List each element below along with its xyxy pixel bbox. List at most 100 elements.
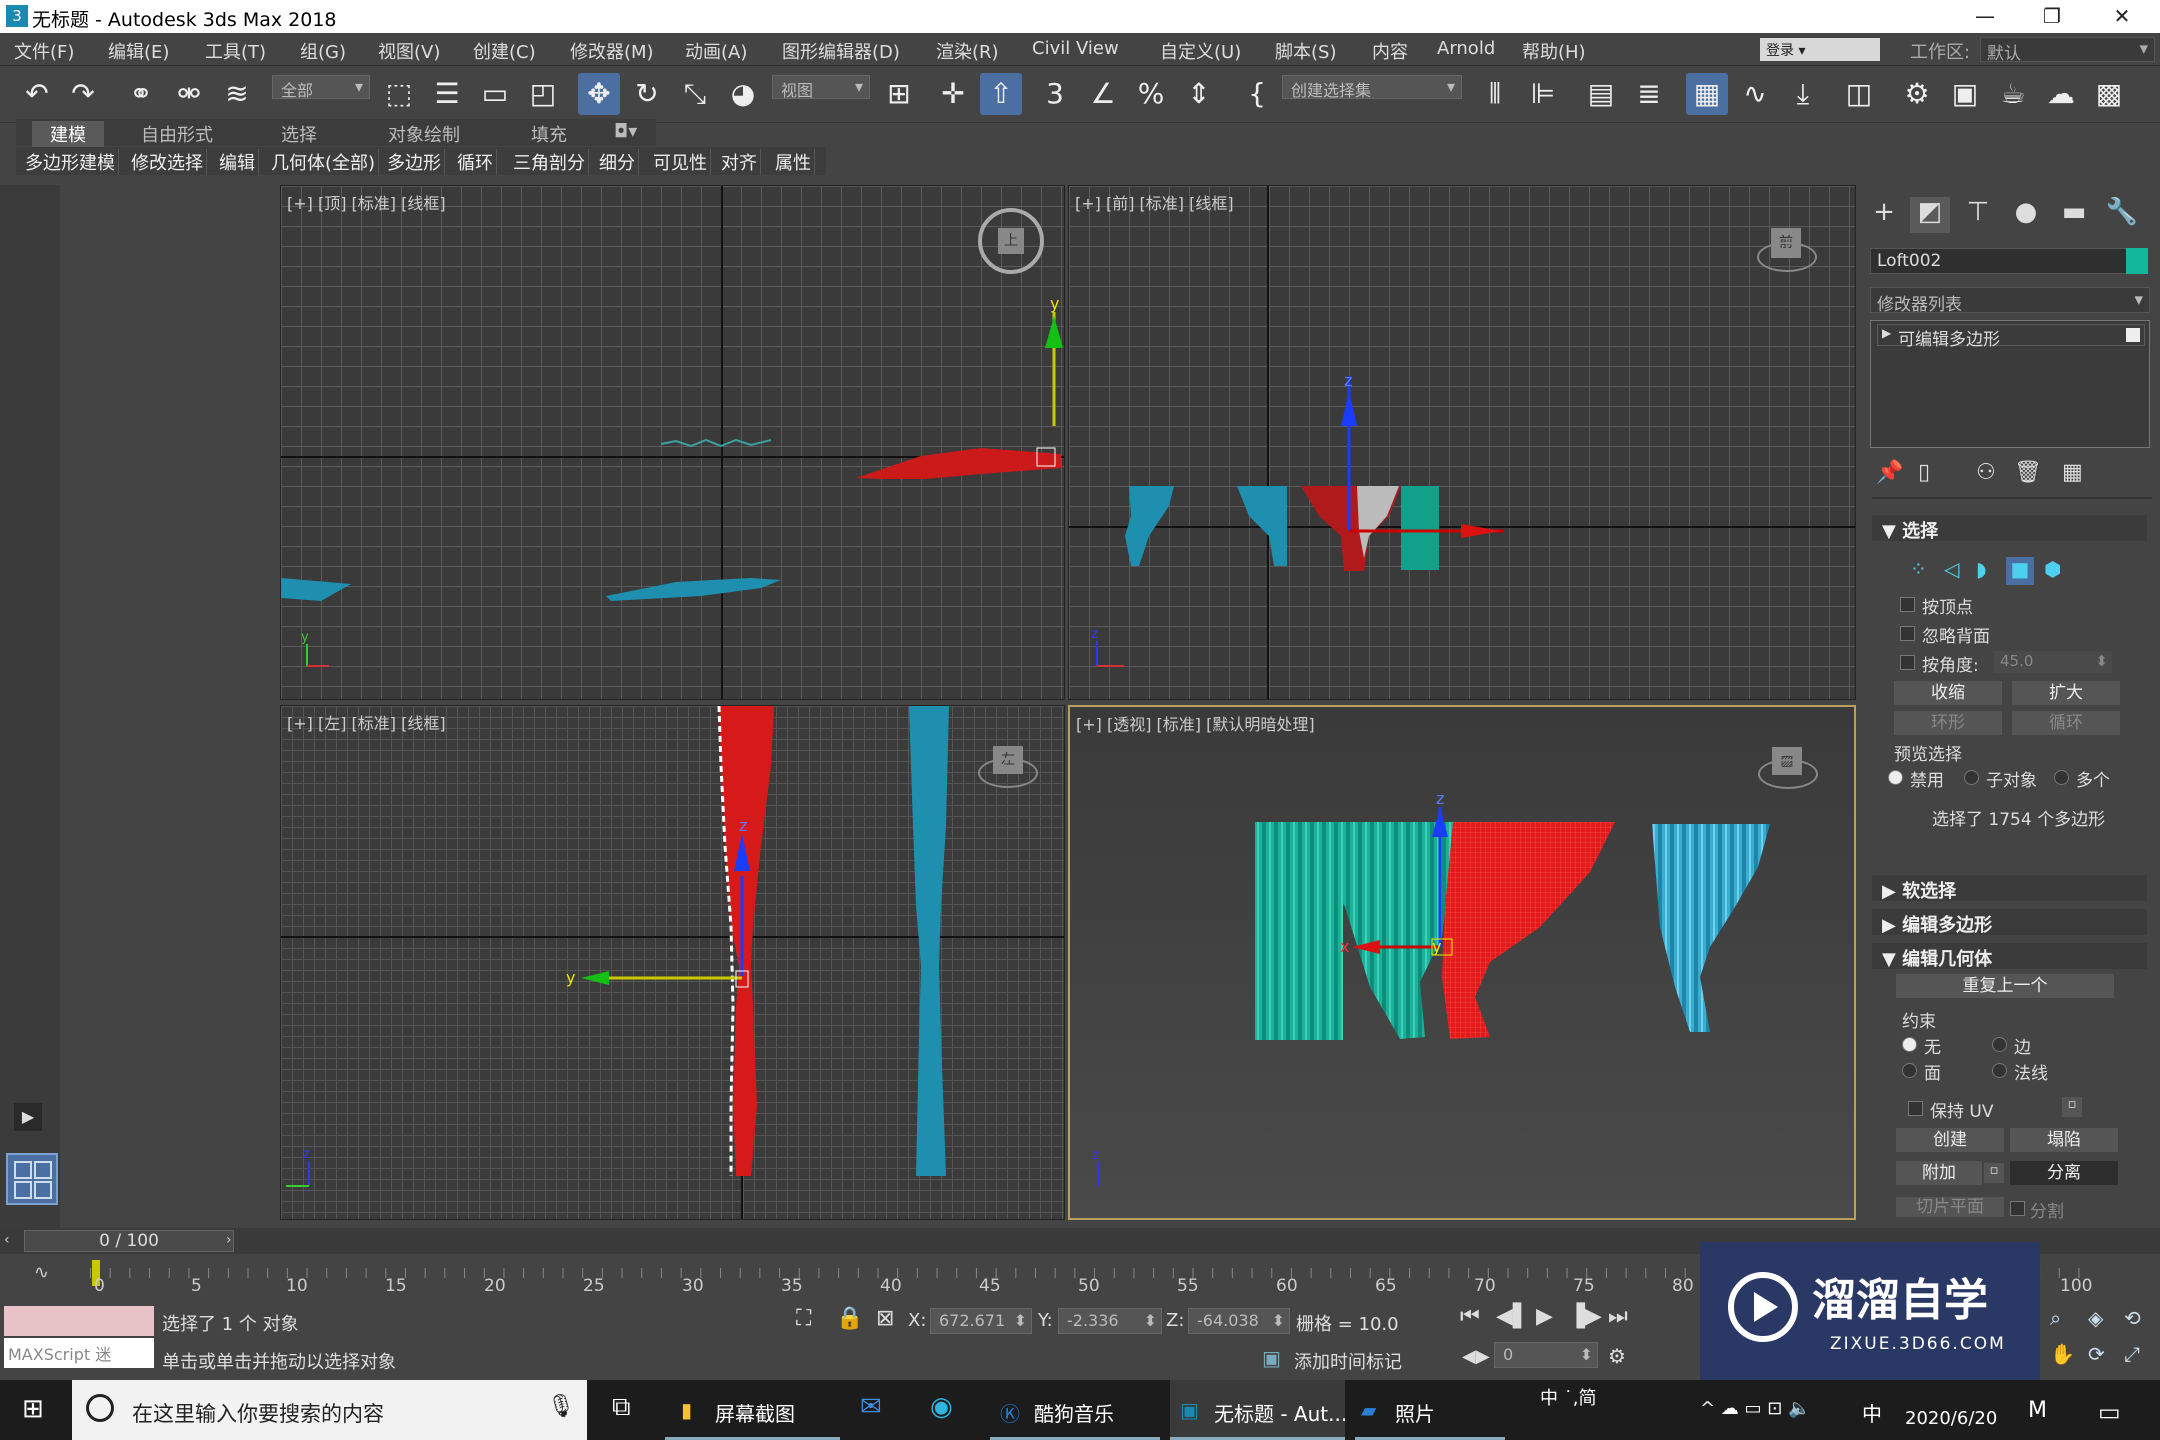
shrink-button[interactable]: 收缩 [1894,681,2002,705]
collapse-button[interactable]: 塌陷 [2010,1128,2118,1152]
scene-explorer-icon[interactable]: ▤ [1580,73,1622,115]
time-tag-icon[interactable]: ▣ [1262,1346,1281,1370]
loop-button[interactable]: 循环 [2012,711,2120,735]
viewport-layout-icon[interactable] [6,1153,58,1205]
ribbon-modify-selection[interactable]: 修改选择 [128,149,207,175]
attach-list-icon[interactable]: ▫ [1984,1163,2004,1183]
ime-indicator[interactable]: 中 [1862,1398,1882,1427]
link-icon[interactable]: ⚭ [120,73,162,115]
border-mode-icon[interactable]: ◗ [1976,557,1987,581]
ribbon-geometry-all[interactable]: 几何体(全部) [268,149,380,175]
menu-create[interactable]: 创建(C) [473,38,536,64]
edit-named-sets-icon[interactable]: { [1236,73,1278,115]
taskbar-search-input[interactable]: 在这里输入你要搜索的内容 🎙 [72,1380,587,1440]
attach-button[interactable]: 附加 [1896,1161,1982,1185]
select-rotate-icon[interactable]: ↻ [626,73,668,115]
menu-animation[interactable]: 动画(A) [685,38,747,64]
split-checkbox[interactable] [2010,1201,2025,1216]
grow-button[interactable]: 扩大 [2012,681,2120,705]
modify-tab-icon[interactable]: ◩ [1910,197,1950,233]
viewport-left[interactable]: [+] [左] [标准] [线框] 左 z y z [280,705,1065,1220]
undo-icon[interactable]: ↶ [16,73,58,115]
absolute-mode-icon[interactable]: ⊠ [876,1306,894,1331]
maxscript-listener[interactable] [4,1306,154,1336]
tab-selection[interactable]: 选择 [281,121,317,147]
constraint-none-radio[interactable] [1902,1037,1917,1052]
z-coordinate-field[interactable]: -64.038 ⬍ [1188,1308,1290,1334]
viewport-top[interactable]: [+] [顶] [标准] [线框] 上 y y [280,185,1065,700]
close-button[interactable]: ✕ [2090,0,2154,33]
menu-graph-editors[interactable]: 图形编辑器(D) [782,38,900,64]
soft-selection-rollout[interactable]: ▶ 软选择 [1872,875,2147,902]
microphone-icon[interactable]: 🎙 [547,1394,575,1419]
selection-filter-dropdown[interactable]: 全部 ▾ [272,75,370,100]
ribbon-polygons[interactable]: 多边形 [384,149,445,175]
rect-selection-icon[interactable]: ▭ [474,73,516,115]
object-name-field[interactable]: Loft002 [1870,248,2135,274]
task-view-icon[interactable]: ⧉ [612,1392,631,1423]
menu-arnold[interactable]: Arnold [1437,38,1495,59]
ribbon-properties[interactable]: 属性 [772,149,815,175]
tab-object-paint[interactable]: 对象绘制 [388,121,460,147]
menu-views[interactable]: 视图(V) [378,38,440,64]
render-iterative-icon[interactable]: ☁ [2040,73,2082,115]
render-setup-icon[interactable]: ⚙ [1896,73,1938,115]
preview-off-radio[interactable] [1888,770,1903,785]
menu-modifiers[interactable]: 修改器(M) [570,38,654,64]
show-end-result-icon[interactable]: ▯ [1918,460,1930,485]
maxscript-mini-input[interactable]: MAXScript 迷 [4,1338,154,1368]
mirror-icon[interactable]: ⫴ [1474,73,1516,115]
ring-button[interactable]: 环形 [1894,711,2002,735]
taskbar-3dsmax[interactable]: ▣ 无标题 - Aut... [1170,1380,1347,1440]
time-slider[interactable]: 0 / 100 [24,1230,234,1252]
menu-file[interactable]: 文件(F) [14,38,74,64]
pan-icon[interactable]: ✋ [2050,1342,2075,1366]
select-place-icon[interactable]: ◕ [722,73,764,115]
current-frame-field[interactable]: 0 ⬍ [1494,1342,1598,1368]
edit-polygons-rollout[interactable]: ▶ 编辑多边形 [1872,909,2147,936]
next-frame-icon[interactable]: ▐▶ [1568,1304,1602,1329]
key-mode-icon[interactable]: ◀▶ [1462,1346,1490,1367]
vertex-mode-icon[interactable]: ⁘ [1910,557,1927,581]
hierarchy-tab-icon[interactable]: ⊤ [1958,197,1998,233]
display-tab-icon[interactable]: ▬ [2054,197,2094,233]
taskbar-date[interactable]: 2020/6/20 [1905,1408,1997,1429]
tab-populate[interactable]: 填充 [531,121,567,147]
menu-customize[interactable]: 自定义(U) [1160,38,1241,64]
preserve-uv-settings-icon[interactable]: ▫ [2062,1097,2082,1117]
ignore-backfacing-checkbox[interactable] [1900,626,1915,641]
material-editor-icon[interactable]: ◫ [1838,73,1880,115]
ribbon-align[interactable]: 对齐 [718,149,761,175]
menu-help[interactable]: 帮助(H) [1522,38,1586,64]
angle-snap-icon[interactable]: ∠ [1082,73,1124,115]
workspace-dropdown[interactable]: 默认 ▾ [1980,37,2155,64]
curve-editor-icon[interactable]: ∿ [1734,73,1776,115]
constraint-face-radio[interactable] [1902,1063,1917,1078]
menu-content[interactable]: 内容 [1372,38,1408,64]
x-coordinate-field[interactable]: 672.671 ⬍ [930,1308,1032,1334]
remove-modifier-icon[interactable]: 🗑 [2014,460,2042,485]
select-move-icon[interactable]: ✥ [578,73,620,115]
zoom-extents-icon[interactable]: ◈ [2088,1306,2103,1330]
preserve-uv-checkbox[interactable] [1908,1101,1923,1116]
edge-mode-icon[interactable]: ◁ [1944,557,1959,581]
keyboard-shortcut-toggle-icon[interactable]: ⇧ [980,73,1022,115]
constraint-normal-radio[interactable] [1992,1063,2007,1078]
maximize-button[interactable]: ❐ [2020,0,2084,33]
by-vertex-checkbox[interactable] [1900,597,1915,612]
align-icon[interactable]: ⊫ [1522,73,1564,115]
select-manipulate-icon[interactable]: ✛ [932,73,974,115]
menu-group[interactable]: 组(G) [300,38,346,64]
slice-plane-button[interactable]: 切片平面 [1896,1197,2004,1217]
notification-icon[interactable]: ▭ [2098,1398,2121,1426]
mail-icon[interactable]: ✉ [860,1392,882,1422]
maximize-viewport-icon[interactable]: ⤢ [2124,1342,2140,1366]
stack-item-toggle[interactable] [2126,328,2140,342]
motion-tab-icon[interactable]: ● [2006,197,2046,233]
menu-edit[interactable]: 编辑(E) [108,38,169,64]
unlink-icon[interactable]: ⚮ [168,73,210,115]
layer-explorer-icon[interactable]: ≣ [1628,73,1670,115]
play-arrow-icon[interactable]: ▶ [14,1103,42,1131]
time-config-icon[interactable]: ⚙ [1608,1344,1626,1368]
curve-editor-mini-icon[interactable]: ∿ [34,1262,49,1283]
